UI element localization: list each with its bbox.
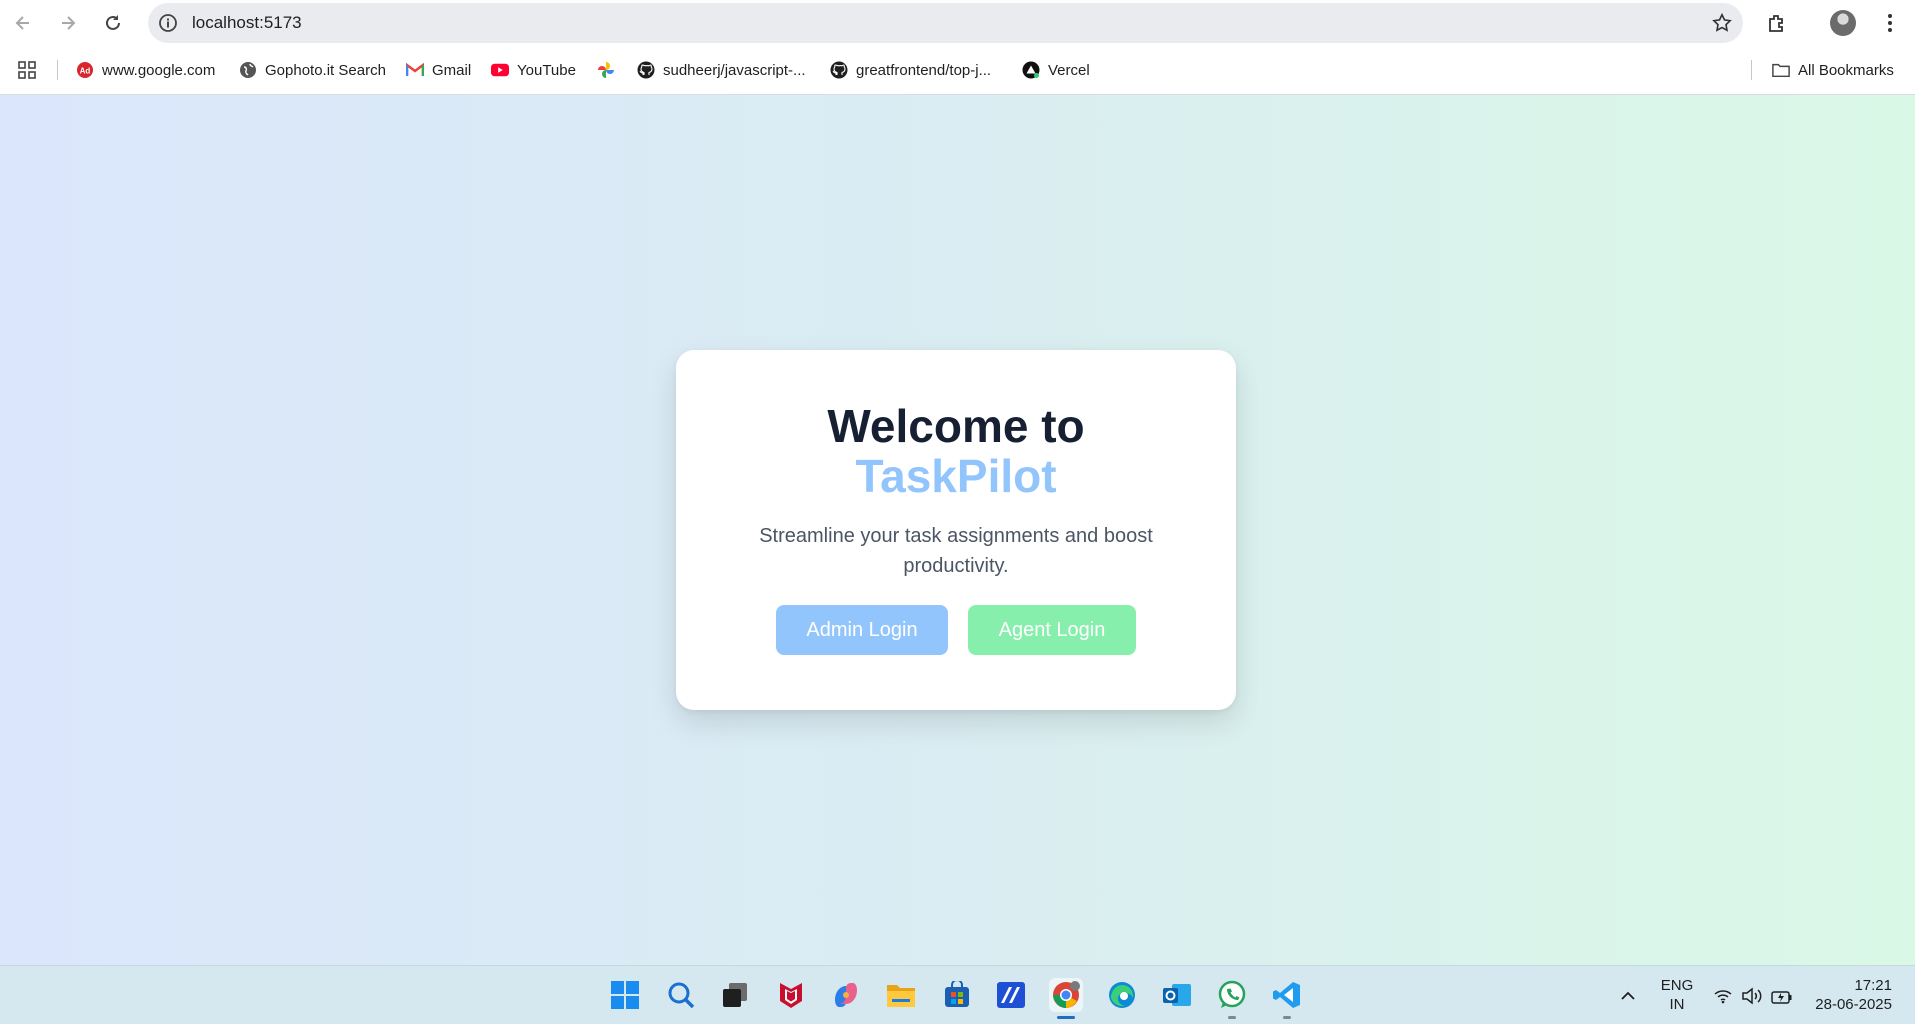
brand-name: TaskPilot <box>855 450 1057 502</box>
forward-arrow-icon <box>62 16 76 30</box>
bookmark-label: sudheerj/javascript-... <box>663 61 806 79</box>
kebab-menu-icon <box>1888 14 1892 32</box>
windows-start-icon[interactable] <box>608 978 642 1012</box>
bookmark-star-icon[interactable] <box>1711 12 1733 34</box>
browser-toolbar: localhost:5173 <box>0 0 1915 46</box>
clock-date: 28-06-2025 <box>1815 996 1892 1013</box>
globe-icon <box>239 61 257 79</box>
copilot-icon[interactable] <box>829 978 863 1012</box>
bookmark-label: www.google.com <box>102 61 216 79</box>
editor-icon[interactable] <box>994 978 1028 1012</box>
task-view-icon[interactable] <box>718 978 752 1012</box>
bookmark-vercel[interactable]: Vercel <box>1022 59 1090 81</box>
reload-icon <box>106 15 120 30</box>
github-icon <box>830 61 848 79</box>
back-button[interactable] <box>8 8 38 38</box>
volume-icon[interactable] <box>1741 985 1763 1007</box>
region-code: IN <box>1669 996 1685 1013</box>
admin-login-button[interactable]: Admin Login <box>776 605 948 655</box>
active-app-indicator <box>1057 1016 1075 1019</box>
url-text[interactable]: localhost:5173 <box>192 13 302 33</box>
bookmark-sudheerj[interactable]: sudheerj/javascript-... <box>637 59 806 81</box>
outlook-icon[interactable] <box>1160 978 1194 1012</box>
clock-time: 17:21 <box>1854 977 1892 994</box>
bookmark-label: YouTube <box>517 61 576 79</box>
site-info-icon[interactable] <box>158 13 178 33</box>
language-code: ENG <box>1660 977 1694 994</box>
folder-icon <box>1772 61 1790 79</box>
chrome-icon[interactable] <box>1049 978 1083 1019</box>
running-app-indicator <box>1228 1016 1236 1019</box>
agent-login-button[interactable]: Agent Login <box>968 605 1136 655</box>
address-bar[interactable]: localhost:5173 <box>148 3 1743 43</box>
gmail-icon <box>406 61 424 79</box>
bookmark-gmail[interactable]: Gmail <box>406 59 471 81</box>
search-icon[interactable] <box>664 978 698 1012</box>
bookmark-label: Vercel <box>1048 61 1090 79</box>
all-bookmarks-button[interactable]: All Bookmarks <box>1772 59 1894 81</box>
page-background: Welcome to TaskPilot Streamline your tas… <box>0 95 1915 965</box>
tagline: Streamline your task assignments and boo… <box>759 525 1153 577</box>
svg-text:Ad: Ad <box>80 67 91 76</box>
github-icon <box>637 61 655 79</box>
bookmark-google[interactable]: Ad www.google.com <box>76 59 215 81</box>
reload-button[interactable] <box>98 8 128 38</box>
back-arrow-icon <box>15 16 29 30</box>
file-explorer-icon[interactable] <box>884 978 918 1012</box>
taskbar: ENG IN 17:21 28-06-2025 <box>0 965 1915 1024</box>
bookmark-gophoto[interactable]: Gophoto.it Search <box>239 59 386 81</box>
welcome-card: Welcome to TaskPilot Streamline your tas… <box>676 350 1236 710</box>
store-icon[interactable] <box>940 978 974 1012</box>
bookmark-photos[interactable] <box>597 59 615 81</box>
language-indicator[interactable]: ENG IN <box>1656 976 1698 1014</box>
welcome-heading: Welcome to <box>827 400 1085 452</box>
edge-icon[interactable] <box>1105 978 1139 1012</box>
apps-button[interactable] <box>18 59 36 81</box>
wifi-icon[interactable] <box>1712 985 1734 1007</box>
pinwheel-icon <box>597 61 615 79</box>
avatar <box>1830 10 1856 36</box>
bookmarks-bar: Ad www.google.com Gophoto.it Search Gmai… <box>0 46 1915 95</box>
bookmark-youtube[interactable]: YouTube <box>491 59 576 81</box>
vercel-icon <box>1022 61 1040 79</box>
battery-icon[interactable] <box>1771 985 1793 1007</box>
all-bookmarks-label: All Bookmarks <box>1798 61 1894 79</box>
bookmark-label: Gmail <box>432 61 472 79</box>
bookmarks-divider <box>1751 60 1752 80</box>
bookmark-label: greatfrontend/top-j... <box>856 61 992 79</box>
extensions-button[interactable] <box>1763 9 1791 37</box>
chevron-up-icon[interactable] <box>1617 985 1639 1007</box>
puzzle-icon <box>1769 15 1783 32</box>
forward-button[interactable] <box>53 8 83 38</box>
whatsapp-icon[interactable] <box>1215 978 1249 1019</box>
mcafee-icon[interactable] <box>774 978 808 1012</box>
bookmark-label: Gophoto.it Search <box>265 61 386 79</box>
browser-menu-button[interactable] <box>1876 9 1904 37</box>
youtube-icon <box>491 61 509 79</box>
mcafee-icon: Ad <box>76 61 94 79</box>
vscode-icon[interactable] <box>1270 978 1304 1019</box>
running-app-indicator <box>1283 1016 1291 1019</box>
clock[interactable]: 17:21 28-06-2025 <box>1802 976 1902 1014</box>
apps-grid-icon <box>18 61 36 79</box>
profile-button[interactable] <box>1829 9 1857 37</box>
bookmarks-divider <box>57 60 58 80</box>
bookmark-greatfrontend[interactable]: greatfrontend/top-j... <box>830 59 991 81</box>
